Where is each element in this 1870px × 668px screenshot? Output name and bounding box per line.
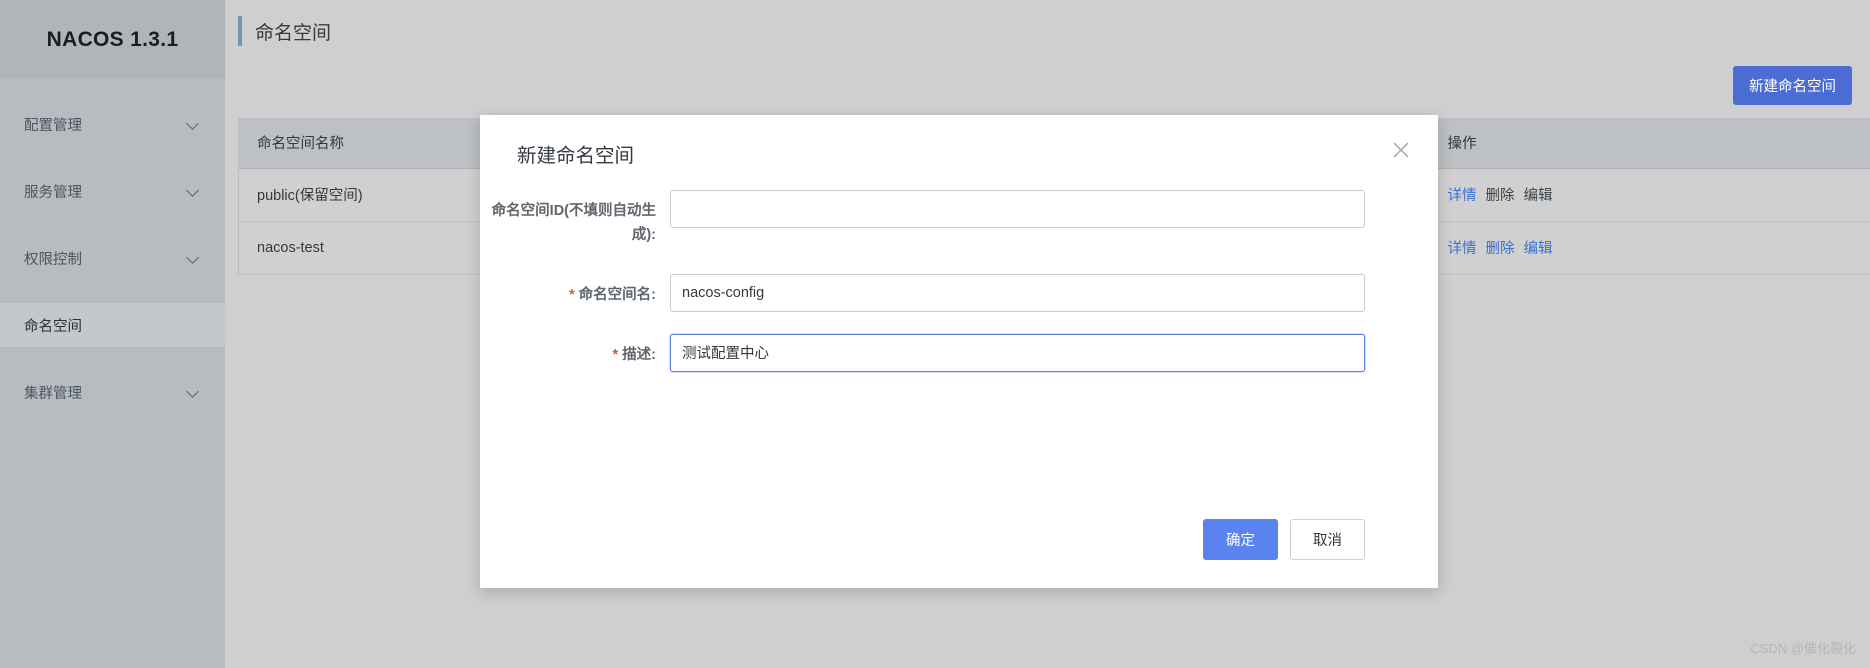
action-link[interactable]: 详情	[1448, 241, 1477, 257]
namespace-form: 命名空间ID(不填则自动生成): *命名空间名: *描述:	[480, 190, 1438, 372]
required-asterisk: *	[612, 346, 619, 363]
watermark: CSDN @催化裂化	[1750, 641, 1856, 656]
sidebar-item-2[interactable]: 权限控制	[0, 236, 225, 280]
toolbar: 新建命名空间	[225, 62, 1870, 108]
sidebar-item-1[interactable]: 服务管理	[0, 169, 225, 213]
create-namespace-button[interactable]: 新建命名空间	[1733, 65, 1852, 105]
namespace-name-field-wrap	[670, 273, 1438, 312]
namespace-name-label-text: 命名空间名:	[578, 286, 656, 303]
confirm-button[interactable]: 确定	[1203, 519, 1278, 560]
form-row-namespace-name: * 命名空间名:	[480, 273, 1438, 312]
namespace-id-field-wrap	[670, 190, 1438, 228]
page-header: 命名空间	[225, 0, 1870, 62]
sidebar-item-0[interactable]: 配置管理	[0, 102, 225, 146]
app-logo: NACOS 1.3.1	[0, 0, 225, 79]
actions-cell: 详情 删除 编辑	[1429, 221, 1870, 275]
action-link[interactable]: 删除	[1486, 241, 1515, 257]
dialog-title: 新建命名空间	[517, 145, 635, 167]
sidebar-item-label: 服务管理	[24, 184, 82, 201]
required-asterisk: *	[569, 286, 575, 303]
sidebar-item-label: 集群管理	[24, 385, 82, 402]
title-accent-bar	[238, 16, 242, 46]
table-column-header: 操作	[1429, 118, 1870, 169]
dialog-footer: 确定 取消	[1203, 519, 1365, 560]
page-title: 命名空间	[255, 22, 332, 44]
close-icon[interactable]	[1388, 137, 1414, 163]
cancel-button[interactable]: 取消	[1290, 519, 1365, 560]
chevron-down-icon	[187, 185, 199, 197]
chevron-down-icon	[187, 252, 199, 264]
description-input[interactable]	[670, 333, 1365, 372]
namespace-name-label: * 命名空间名:	[480, 274, 670, 308]
sidebar-item-label: 权限控制	[24, 251, 82, 268]
form-row-namespace-id: 命名空间ID(不填则自动生成):	[480, 190, 1438, 248]
sidebar-nav: 配置管理服务管理权限控制命名空间集群管理	[0, 102, 225, 414]
chevron-down-icon	[187, 386, 199, 398]
sidebar-item-label: 配置管理	[24, 117, 82, 134]
namespace-name-input[interactable]	[670, 273, 1365, 312]
description-field-wrap	[670, 333, 1438, 372]
sidebar-item-4[interactable]: 集群管理	[0, 370, 225, 414]
chevron-down-icon	[187, 118, 199, 130]
namespace-id-input[interactable]	[670, 190, 1365, 228]
action-link[interactable]: 编辑	[1524, 241, 1553, 257]
form-row-description: * 描述:	[480, 333, 1438, 372]
action-link[interactable]: 详情	[1448, 188, 1477, 204]
create-namespace-dialog: 新建命名空间 命名空间ID(不填则自动生成): *命名空间名: *描述:	[480, 115, 1438, 588]
action-link[interactable]: 编辑	[1524, 188, 1553, 204]
description-label: * 描述:	[480, 334, 670, 368]
sidebar-item-label: 命名空间	[24, 318, 82, 335]
actions-cell: 详情 删除 编辑	[1429, 168, 1870, 222]
action-link[interactable]: 删除	[1486, 188, 1515, 204]
namespace-id-label: 命名空间ID(不填则自动生成):	[491, 203, 656, 243]
description-label-text: 描述:	[622, 346, 656, 363]
sidebar: NACOS 1.3.1 配置管理服务管理权限控制命名空间集群管理	[0, 0, 225, 668]
sidebar-item-3[interactable]: 命名空间	[0, 303, 225, 347]
